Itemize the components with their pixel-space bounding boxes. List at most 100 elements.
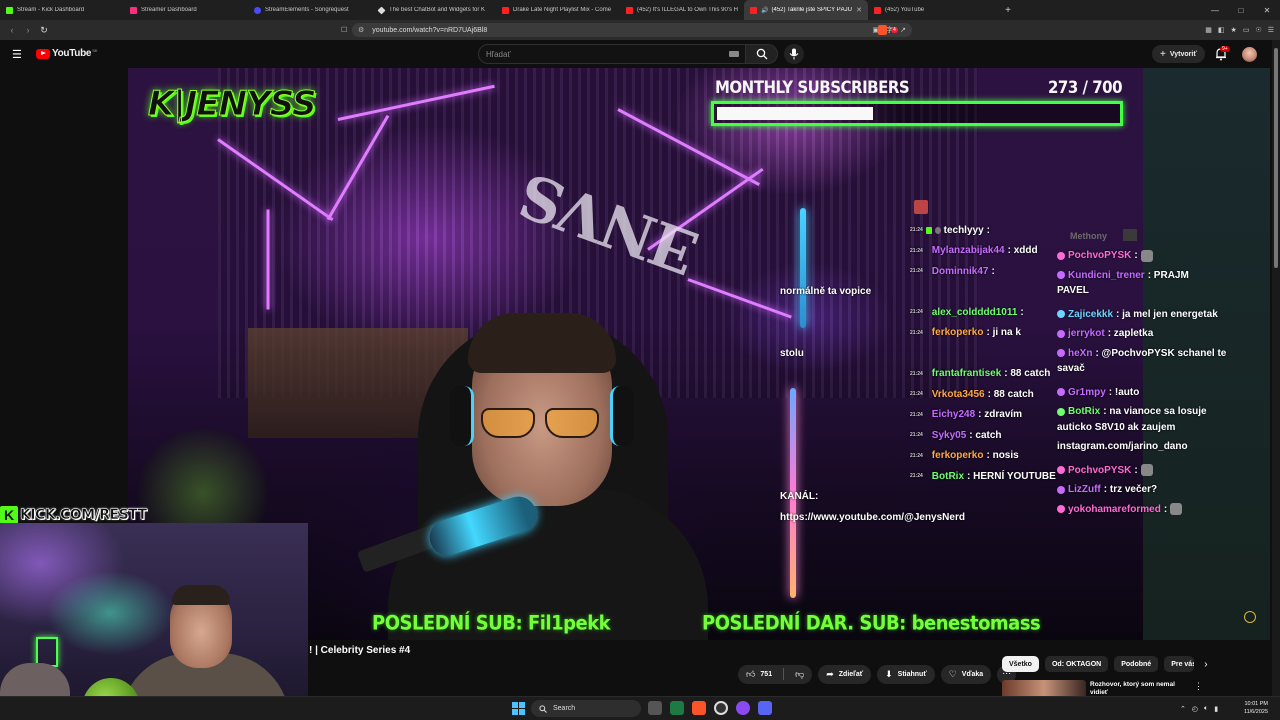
wallet-icon[interactable]: ▭: [1243, 26, 1250, 34]
search-button[interactable]: [746, 44, 778, 64]
stream-chat-overlay: 21:24 techlyyy:21:24 Mylanzabijak44: xddd 2…: [780, 220, 1056, 528]
account-avatar[interactable]: [1242, 47, 1257, 62]
leo-icon[interactable]: ★: [1231, 26, 1237, 34]
youtube-wordmark: YouTube: [52, 48, 92, 59]
obs-icon[interactable]: [714, 701, 728, 715]
extensions-icon[interactable]: ▦: [1205, 26, 1212, 34]
subscriber-badge-icon: [934, 226, 941, 234]
chip-for-you[interactable]: Pre vás: [1164, 656, 1195, 672]
tab-spicy-paju[interactable]: 🔊 (452) Takrile jste SPICY PÁJU ✕: [744, 0, 868, 20]
chevron-right-icon[interactable]: ›: [1204, 659, 1207, 670]
taskbar-clock[interactable]: 10:01 PM 11/6/2025: [1238, 700, 1268, 716]
share-icon[interactable]: ↗: [900, 26, 906, 34]
tab-streamer-dashboard[interactable]: Streamer Dashboard: [124, 0, 248, 20]
windows-taskbar: Search ⌃ ◴ 🔈︎ ▮ 10:01 PM 11/6/2025: [0, 696, 1280, 720]
chip-from-channel[interactable]: Od: OKTAGON: [1044, 656, 1109, 672]
thumbs-up-icon[interactable]: 👍︎: [746, 669, 755, 680]
country-code: SK: [92, 48, 98, 53]
vpn-icon[interactable]: ☉: [1255, 26, 1261, 34]
chat-username: ferkoperko: [931, 450, 984, 462]
close-icon[interactable]: ✕: [852, 6, 862, 14]
webcam-person-hair: [172, 585, 230, 605]
battery-icon[interactable]: ▮: [1214, 705, 1218, 713]
back-arrow-icon[interactable]: ‹: [4, 25, 20, 35]
discord-icon[interactable]: [758, 701, 772, 715]
task-view-icon[interactable]: [648, 701, 662, 715]
new-tab-plus-icon[interactable]: +: [998, 5, 1018, 16]
youtube-tab-icon: [874, 6, 881, 14]
forward-arrow-icon[interactable]: ›: [20, 25, 36, 35]
chat-username: ferkoperko: [931, 327, 984, 339]
tab-drake-playlist[interactable]: Drake Late Night Playlist Mix - Come: [496, 0, 620, 20]
chat-timestamp: 21:24: [910, 309, 923, 316]
brave-shield-icon[interactable]: [878, 25, 887, 35]
chat-message-continued: auticko S8V10 ak zaujem: [1057, 421, 1176, 433]
thumbs-down-icon[interactable]: 👎︎: [795, 669, 804, 680]
chat-message: jerrykot: zapletka: [1057, 324, 1277, 344]
chat-timestamp: 21:24: [910, 227, 923, 234]
webcam-overlay: [0, 523, 308, 720]
brave-icon[interactable]: [692, 701, 706, 715]
url-text[interactable]: youtube.com/watch?v=nRD7UAj6Bl8: [372, 27, 487, 34]
reload-icon[interactable]: ↻: [36, 25, 52, 36]
chat-text: : 88 catch: [987, 388, 1034, 400]
maximize-icon[interactable]: □: [1228, 6, 1254, 15]
recommended-thumbnail[interactable]: [1002, 680, 1086, 696]
chip-related[interactable]: Podobné: [1114, 656, 1159, 672]
second-chat-overlay: PochvoPYSK: Kundicni_trener: PRAJM PAVEL Za…: [1057, 246, 1277, 519]
tab-chatbot[interactable]: The best ChatBot and Widgets for K: [372, 0, 496, 20]
wifi-icon[interactable]: ◴: [1192, 705, 1198, 713]
tab-streamelements[interactable]: StreamElements - Songrequest: [248, 0, 372, 20]
menu-icon[interactable]: ☰: [1268, 26, 1274, 34]
sidebar-icon[interactable]: ◧: [1218, 26, 1225, 34]
keyboard-icon[interactable]: [729, 51, 739, 57]
address-bar[interactable]: ☐ ⚙ youtube.com/watch?v=nRD7UAj6Bl8 ▣ 字 …: [341, 23, 912, 37]
youtube-tab-icon: [626, 6, 633, 14]
chat-message: 21:24 Eichy248: zdravím: [910, 405, 1022, 426]
thanks-button[interactable]: ♡ Vďaka: [940, 664, 992, 684]
share-button[interactable]: ➦ Zdieľať: [818, 664, 872, 684]
browser-tab-bar: Stream - Kick Dashboard Streamer Dashboa…: [0, 0, 1280, 20]
close-window-icon[interactable]: ✕: [1254, 6, 1280, 15]
search-input[interactable]: Hľadať: [478, 44, 746, 64]
user-badge-icon: [1057, 407, 1065, 416]
windows-start-icon[interactable]: [512, 702, 525, 715]
guide-menu-icon[interactable]: ☰: [12, 48, 22, 61]
recommended-more-icon[interactable]: ⋮: [1194, 681, 1203, 692]
emote-icon: [1170, 503, 1183, 516]
streamelements-tab-icon: [254, 6, 261, 14]
chat-message: 21:24 Vrkota3456: 88 catch: [910, 384, 1034, 405]
video-actions: 👍︎ 751 👎︎ ➦ Zdieľať ⬇ Stiahnuť ♡ Vďaka ⋯: [738, 664, 1017, 684]
user-badge-icon: [1057, 505, 1065, 514]
tray-chevron-icon[interactable]: ⌃: [1180, 705, 1186, 713]
voice-search-button[interactable]: [784, 44, 804, 64]
tab-label: The best ChatBot and Widgets for K: [389, 7, 486, 13]
tab-youtube[interactable]: (452) YouTube: [868, 0, 992, 20]
rewards-badge[interactable]: 4: [891, 27, 898, 33]
minimize-icon[interactable]: —: [1202, 6, 1228, 15]
chat-message: Gr1mpy: !auto: [1057, 383, 1277, 403]
bookmark-icon[interactable]: ☐: [341, 26, 347, 34]
site-info-icon[interactable]: ⚙: [358, 26, 364, 34]
recommended-title[interactable]: Rozhovor, ktorý som nemal vidieť: [1090, 681, 1188, 697]
scrollbar-thumb[interactable]: [1274, 48, 1278, 268]
clock-time: 10:01 PM: [1244, 701, 1268, 707]
chat-username: frantafrantisek: [931, 368, 1002, 380]
tab-kick-dashboard[interactable]: Stream - Kick Dashboard: [0, 0, 124, 20]
create-button[interactable]: + Vytvoriť: [1152, 45, 1205, 63]
taskbar-search[interactable]: Search: [531, 700, 641, 717]
app-icon[interactable]: [736, 701, 750, 715]
chat-username: alex_coldddd1011: [931, 306, 1018, 318]
chat-message-continued: https://www.youtube.com/@JenysNerd: [780, 511, 965, 523]
chat-message-continued: savač: [1057, 363, 1085, 374]
download-button[interactable]: ⬇ Stiahnuť: [877, 664, 935, 684]
chat-text: : HERNÍ YOUTUBE: [967, 470, 1056, 482]
youtube-logo[interactable]: YouTube SK: [36, 48, 98, 59]
excel-icon[interactable]: [670, 701, 684, 715]
chip-all[interactable]: Všetko: [1002, 656, 1039, 672]
volume-icon[interactable]: 🔈︎: [1204, 705, 1208, 713]
chat-text: : ji na k: [986, 327, 1021, 339]
tab-illegal-90s[interactable]: (452) It's ILLEGAL to Own This 90's H: [620, 0, 744, 20]
like-count[interactable]: 751: [760, 671, 772, 678]
chat-text: : ja mel jen energetak: [1116, 308, 1218, 320]
